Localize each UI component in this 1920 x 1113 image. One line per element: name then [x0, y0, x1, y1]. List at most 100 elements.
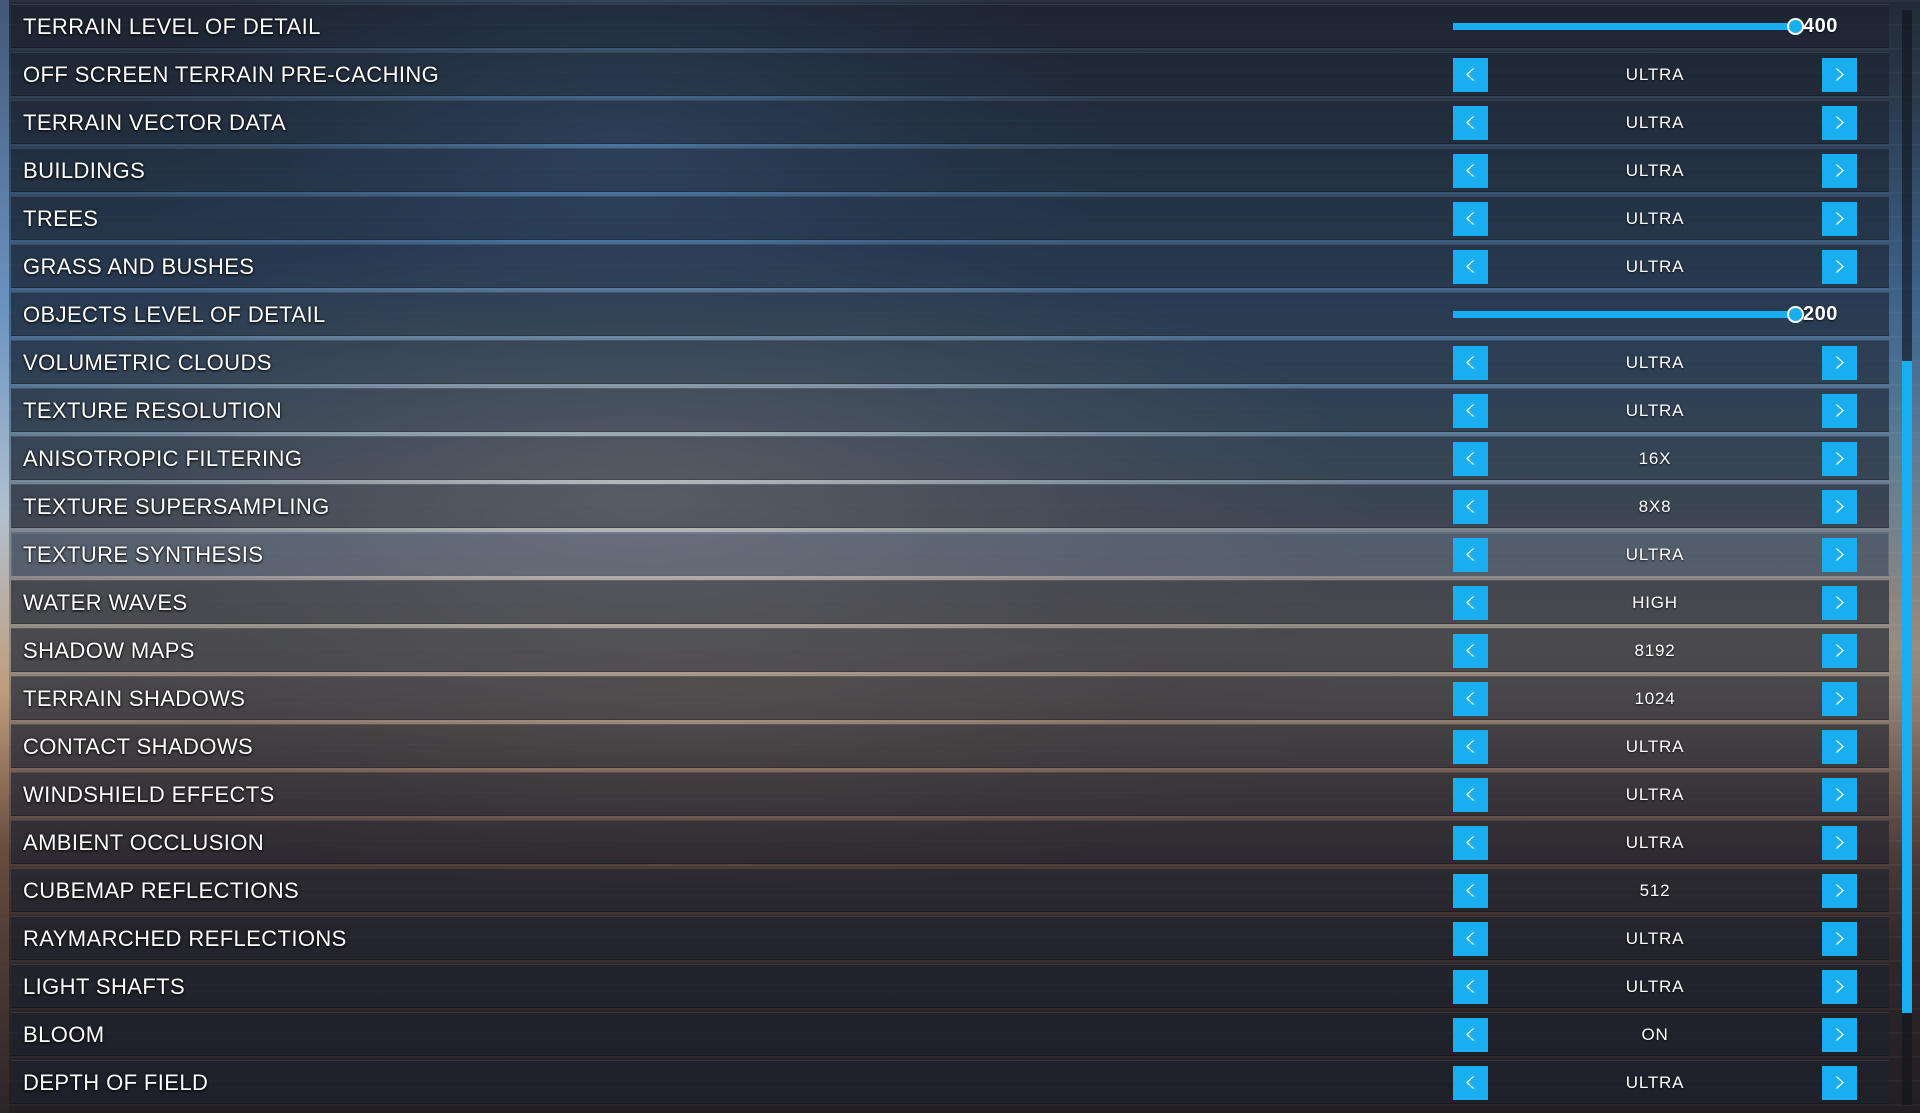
chevron-right-icon[interactable] — [1822, 585, 1857, 620]
setting-row[interactable]: BUILDINGS ULTRA — [11, 148, 1889, 192]
slider-knob[interactable] — [1786, 306, 1804, 323]
setting-label: CONTACT SHADOWS — [23, 733, 254, 759]
chevron-left-icon[interactable] — [1453, 489, 1488, 524]
setting-selector: ULTRA — [1453, 921, 1857, 956]
chevron-right-icon[interactable] — [1822, 105, 1857, 140]
setting-row[interactable]: AMBIENT OCCLUSION ULTRA — [11, 820, 1889, 864]
chevron-left-icon[interactable] — [1453, 1017, 1488, 1052]
slider-track[interactable] — [1453, 306, 1804, 323]
graphics-settings-list: TERRAIN LEVEL OF DETAIL 400 OFF SCREEN TER… — [11, 4, 1889, 1108]
chevron-left-icon[interactable] — [1453, 201, 1488, 236]
setting-row[interactable]: WINDSHIELD EFFECTS ULTRA — [11, 772, 1889, 816]
setting-row[interactable]: WATER WAVES HIGH — [11, 580, 1889, 624]
setting-row[interactable]: DEPTH OF FIELD ULTRA — [11, 1060, 1889, 1104]
chevron-left-icon[interactable] — [1453, 393, 1488, 428]
setting-row[interactable]: TEXTURE SUPERSAMPLING 8X8 — [11, 484, 1889, 528]
chevron-left-icon[interactable] — [1453, 345, 1488, 380]
chevron-left-icon[interactable] — [1453, 825, 1488, 860]
chevron-left-icon[interactable] — [1453, 921, 1488, 956]
chevron-left-icon[interactable] — [1453, 57, 1488, 92]
chevron-right-icon[interactable] — [1822, 57, 1857, 92]
setting-row[interactable]: TEXTURE RESOLUTION ULTRA — [11, 388, 1889, 432]
chevron-right-icon[interactable] — [1822, 1065, 1857, 1100]
setting-row[interactable]: CONTACT SHADOWS ULTRA — [11, 724, 1889, 768]
setting-value: ULTRA — [1625, 400, 1685, 420]
slider-knob[interactable] — [1786, 18, 1804, 35]
chevron-right-icon[interactable] — [1822, 825, 1857, 860]
chevron-right-icon[interactable] — [1822, 777, 1857, 812]
chevron-left-icon[interactable] — [1453, 1065, 1488, 1100]
chevron-left-icon[interactable] — [1453, 249, 1488, 284]
chevron-left-icon[interactable] — [1453, 153, 1488, 188]
chevron-right-icon[interactable] — [1822, 681, 1857, 716]
chevron-left-icon[interactable] — [1453, 969, 1488, 1004]
setting-row[interactable]: TERRAIN VECTOR DATA ULTRA — [11, 100, 1889, 144]
setting-label: TERRAIN SHADOWS — [23, 685, 246, 711]
setting-slider[interactable]: 400 — [1453, 15, 1857, 38]
chevron-left-icon[interactable] — [1453, 873, 1488, 908]
chevron-right-icon[interactable] — [1822, 393, 1857, 428]
setting-selector: ULTRA — [1453, 777, 1857, 812]
chevron-left-icon[interactable] — [1453, 585, 1488, 620]
setting-value: 512 — [1639, 880, 1671, 900]
setting-selector: ULTRA — [1453, 153, 1857, 188]
setting-label: LIGHT SHAFTS — [23, 973, 186, 999]
setting-row[interactable]: TERRAIN SHADOWS 1024 — [11, 676, 1889, 720]
setting-value: ULTRA — [1625, 64, 1685, 84]
setting-selector: ULTRA — [1453, 825, 1857, 860]
setting-label: OFF SCREEN TERRAIN PRE-CACHING — [23, 61, 440, 87]
chevron-left-icon[interactable] — [1453, 777, 1488, 812]
setting-row[interactable]: TREES ULTRA — [11, 196, 1889, 240]
setting-selector: ULTRA — [1453, 1065, 1857, 1100]
left-accent-stripe — [0, 0, 9, 1113]
setting-row[interactable]: BLOOM ON — [11, 1012, 1889, 1056]
slider-value: 200 — [1803, 303, 1838, 325]
setting-selector: ULTRA — [1453, 729, 1857, 764]
chevron-right-icon[interactable] — [1822, 921, 1857, 956]
setting-label: BLOOM — [23, 1021, 105, 1047]
chevron-left-icon[interactable] — [1453, 633, 1488, 668]
setting-label: WATER WAVES — [23, 589, 188, 615]
setting-selector: 8192 — [1453, 633, 1857, 668]
setting-row[interactable]: RAYMARCHED REFLECTIONS ULTRA — [11, 916, 1889, 960]
setting-row[interactable]: OFF SCREEN TERRAIN PRE-CACHING ULTRA — [11, 52, 1889, 96]
slider-track[interactable] — [1453, 18, 1804, 35]
setting-row[interactable]: SHADOW MAPS 8192 — [11, 628, 1889, 672]
chevron-right-icon[interactable] — [1822, 969, 1857, 1004]
chevron-right-icon[interactable] — [1822, 729, 1857, 764]
setting-selector: ULTRA — [1453, 393, 1857, 428]
setting-row[interactable]: TEXTURE SYNTHESIS ULTRA — [11, 532, 1889, 576]
setting-row[interactable]: GRASS AND BUSHES ULTRA — [11, 244, 1889, 288]
setting-row[interactable]: OBJECTS LEVEL OF DETAIL 200 — [11, 292, 1889, 336]
setting-value: ULTRA — [1625, 160, 1685, 180]
chevron-right-icon[interactable] — [1822, 153, 1857, 188]
chevron-right-icon[interactable] — [1822, 249, 1857, 284]
chevron-right-icon[interactable] — [1822, 441, 1857, 476]
chevron-left-icon[interactable] — [1453, 105, 1488, 140]
setting-row[interactable]: ANISOTROPIC FILTERING 16X — [11, 436, 1889, 480]
settings-scrollbar-track[interactable] — [1902, 10, 1912, 1105]
chevron-right-icon[interactable] — [1822, 873, 1857, 908]
chevron-right-icon[interactable] — [1822, 489, 1857, 524]
setting-label: TEXTURE SUPERSAMPLING — [23, 493, 330, 519]
chevron-right-icon[interactable] — [1822, 1017, 1857, 1052]
setting-row[interactable]: VOLUMETRIC CLOUDS ULTRA — [11, 340, 1889, 384]
setting-row[interactable]: LIGHT SHAFTS ULTRA — [11, 964, 1889, 1008]
chevron-left-icon[interactable] — [1453, 441, 1488, 476]
setting-value: HIGH — [1632, 592, 1678, 612]
chevron-left-icon[interactable] — [1453, 681, 1488, 716]
chevron-right-icon[interactable] — [1822, 201, 1857, 236]
setting-selector: ULTRA — [1453, 969, 1857, 1004]
setting-slider[interactable]: 200 — [1453, 303, 1857, 326]
setting-selector: ULTRA — [1453, 105, 1857, 140]
setting-selector: ULTRA — [1453, 201, 1857, 236]
chevron-right-icon[interactable] — [1822, 633, 1857, 668]
setting-label: ANISOTROPIC FILTERING — [23, 445, 303, 471]
chevron-right-icon[interactable] — [1822, 537, 1857, 572]
chevron-right-icon[interactable] — [1822, 345, 1857, 380]
setting-row[interactable]: CUBEMAP REFLECTIONS 512 — [11, 868, 1889, 912]
chevron-left-icon[interactable] — [1453, 729, 1488, 764]
chevron-left-icon[interactable] — [1453, 537, 1488, 572]
settings-scrollbar-thumb[interactable] — [1902, 361, 1912, 1013]
setting-row[interactable]: TERRAIN LEVEL OF DETAIL 400 — [11, 4, 1889, 48]
